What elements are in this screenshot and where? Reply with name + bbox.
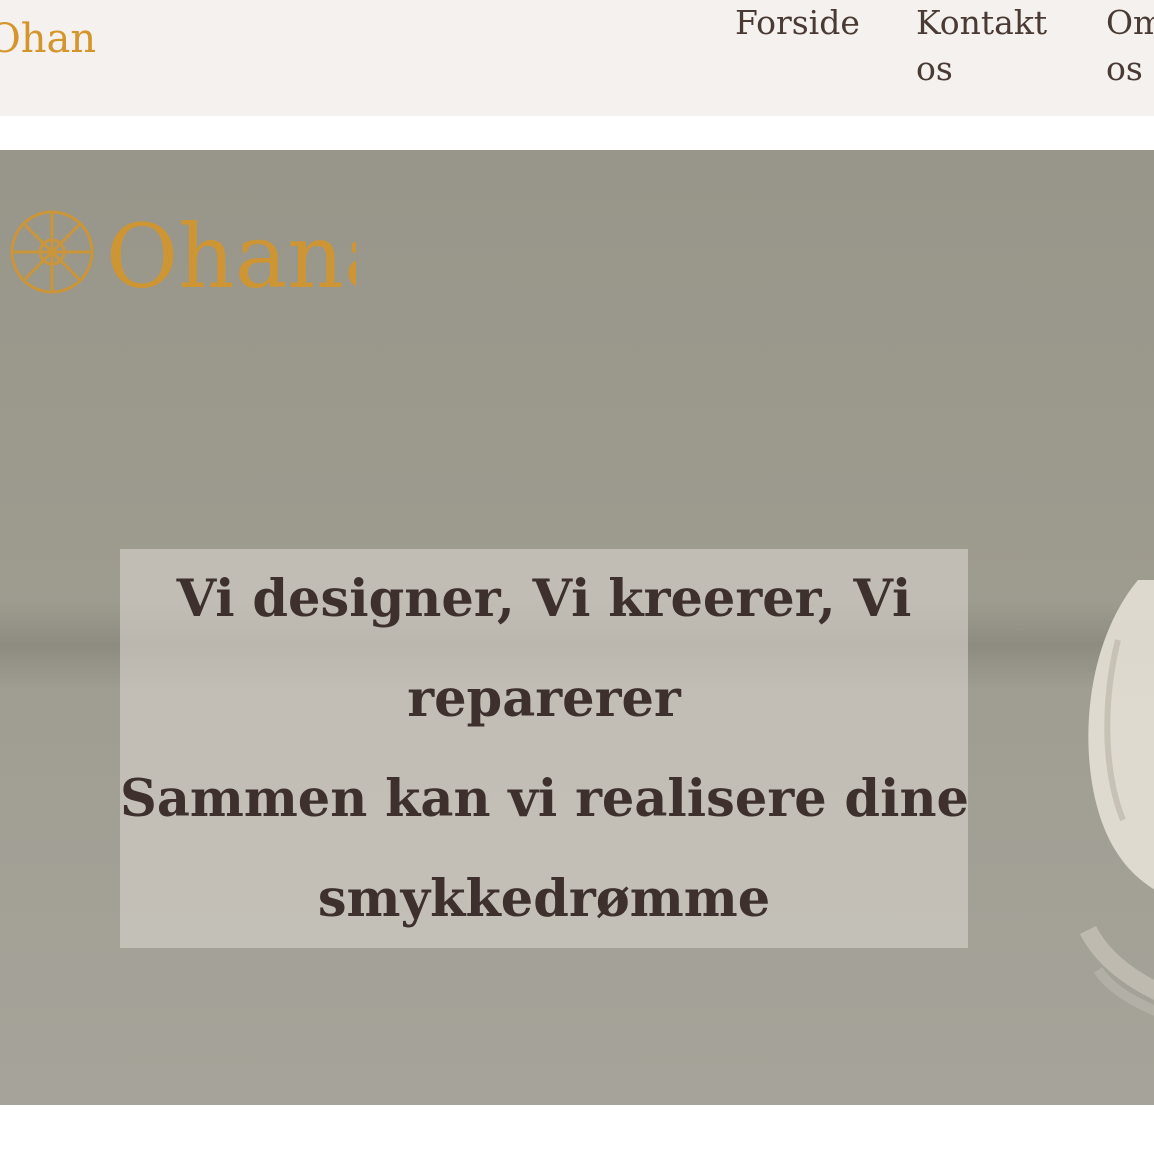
hero-headline-line-4: smykkedrømme — [317, 869, 771, 929]
hero-headline-line-3: Sammen kan vi realisere dine — [120, 769, 969, 829]
nav-forside[interactable]: Forside — [735, 0, 860, 46]
nav-kontakt-os[interactable]: Kontakt os — [916, 0, 1056, 92]
hero-headline-box: Vi designer, Vi kreerer, Vi reparerer Sa… — [120, 549, 969, 948]
hero-banner: Ohana Vi designer, Vi kreerer, Vi repare… — [0, 150, 1154, 1105]
hero-headline-line-1: Vi designer, Vi kreerer, Vi — [176, 569, 912, 629]
header-logo[interactable]: ​ Ohana — [0, 6, 120, 62]
hero-headline-line-2: reparerer — [407, 669, 681, 729]
nav-om-os[interactable]: Om os — [1106, 0, 1154, 92]
hero-logo-text: Ohana — [106, 205, 356, 295]
sun-compass-emblem-icon — [10, 210, 94, 294]
hero-logo: Ohana — [10, 205, 356, 295]
header-logo-mark: ​ Ohana — [0, 16, 120, 62]
hero-jewelry-image — [1079, 580, 1154, 1016]
site-header: ​ Ohana Forside Kontakt os Om os — [0, 0, 1154, 116]
header-logo-text: Ohana — [0, 16, 96, 56]
